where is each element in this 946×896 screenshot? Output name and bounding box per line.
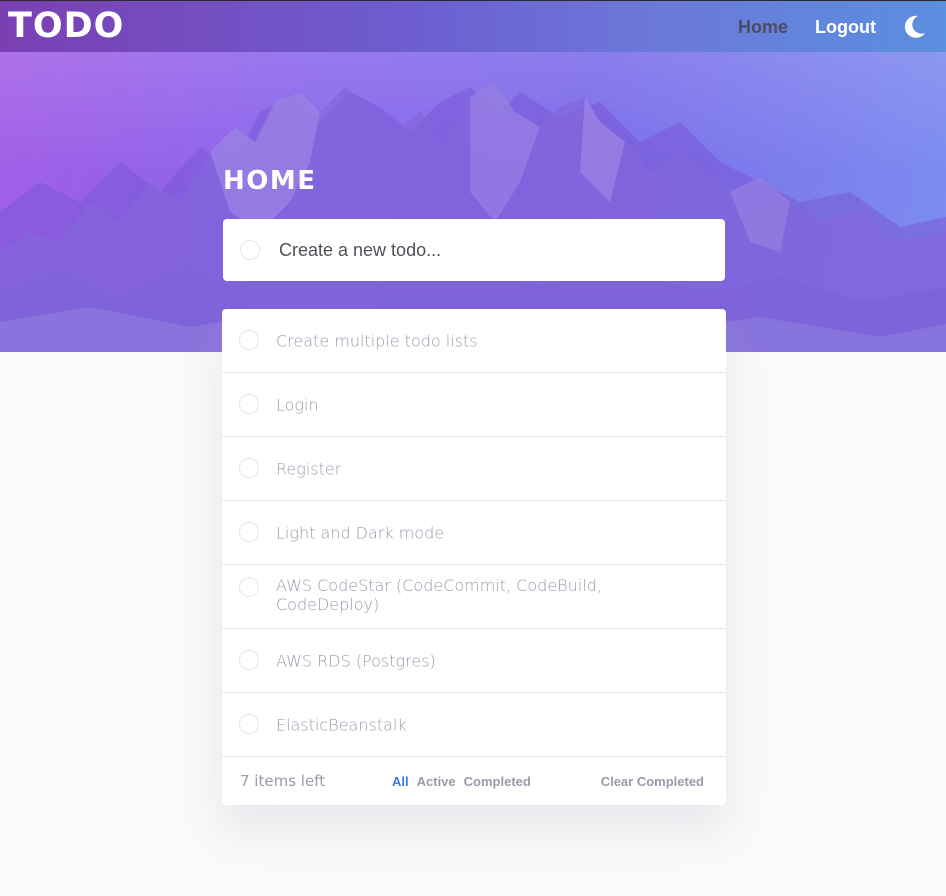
new-todo-input[interactable] — [277, 238, 697, 262]
todo-list: Create multiple todo lists Login Registe… — [222, 309, 726, 805]
page-title: HOME — [223, 166, 317, 196]
todo-text: Register — [276, 459, 342, 478]
list-footer: 7 items left All Active Completed Clear … — [222, 757, 726, 805]
filter-all[interactable]: All — [392, 774, 409, 789]
todo-text: Light and Dark mode — [276, 523, 445, 542]
theme-toggle-button[interactable] — [900, 13, 928, 41]
todo-item[interactable]: Create multiple todo lists — [222, 309, 726, 373]
filter-completed[interactable]: Completed — [464, 774, 531, 789]
mountain-background-image — [0, 52, 946, 352]
todo-item[interactable]: AWS CodeStar (CodeCommit, CodeBuild, Cod… — [222, 565, 726, 629]
todo-checkbox[interactable] — [239, 394, 259, 414]
nav-logout-link[interactable]: Logout — [815, 17, 876, 37]
todo-checkbox[interactable] — [239, 458, 259, 478]
todo-text: Login — [276, 395, 319, 414]
app-logo: TODO — [8, 6, 125, 46]
items-left-count: 7 items left — [240, 772, 326, 790]
new-todo-checkbox[interactable] — [240, 240, 260, 260]
todo-item[interactable]: Login — [222, 373, 726, 437]
todo-text: AWS RDS (Postgres) — [276, 651, 436, 670]
nav-home-link[interactable]: Home — [738, 17, 788, 37]
hero-banner — [0, 52, 946, 352]
todo-item[interactable]: AWS RDS (Postgres) — [222, 629, 726, 693]
filter-group: All Active Completed — [392, 774, 531, 789]
todo-text: AWS CodeStar (CodeCommit, CodeBuild, Cod… — [276, 576, 602, 614]
todo-checkbox[interactable] — [239, 522, 259, 542]
navbar: TODO Home Logout — [0, 0, 946, 52]
todo-item[interactable]: Register — [222, 437, 726, 501]
todo-item[interactable]: Light and Dark mode — [222, 501, 726, 565]
todo-text: ElasticBeanstalk — [276, 715, 407, 734]
todo-checkbox[interactable] — [239, 714, 259, 734]
todo-checkbox[interactable] — [239, 577, 259, 597]
new-todo-bar — [223, 219, 725, 281]
todo-checkbox[interactable] — [239, 650, 259, 670]
todo-text: Create multiple todo lists — [276, 331, 478, 350]
todo-item[interactable]: ElasticBeanstalk — [222, 693, 726, 757]
filter-active[interactable]: Active — [417, 774, 456, 789]
todo-checkbox[interactable] — [239, 330, 259, 350]
moon-icon — [904, 15, 925, 38]
clear-completed-button[interactable]: Clear Completed — [601, 774, 704, 789]
